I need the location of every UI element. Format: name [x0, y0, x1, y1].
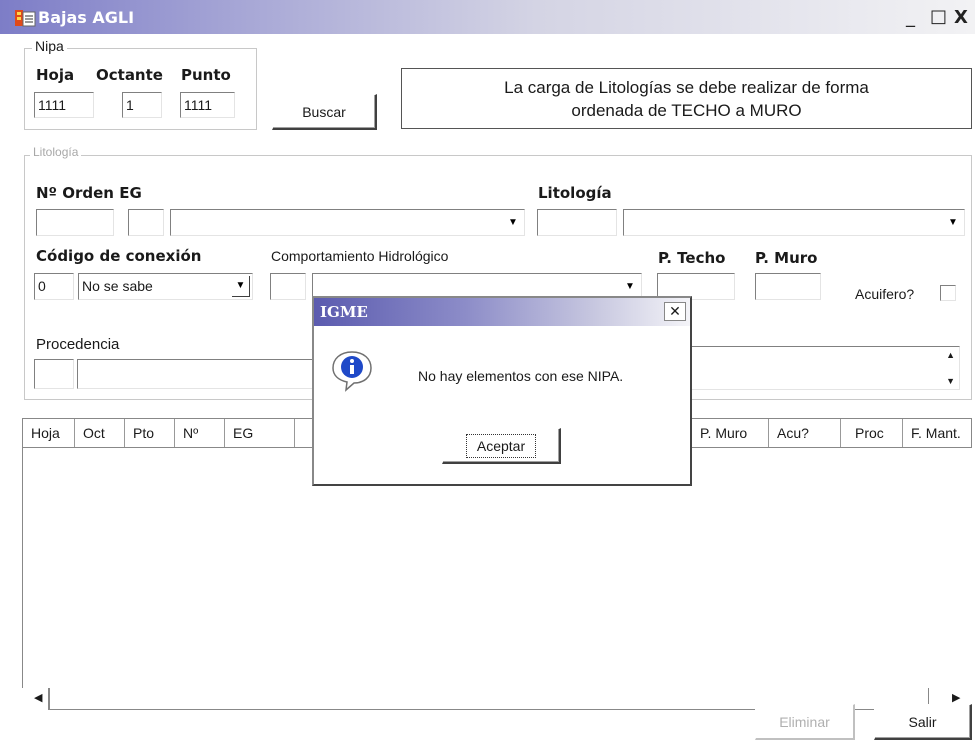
- hoja-input[interactable]: 1111: [34, 92, 94, 118]
- column-header-acu[interactable]: Acu?: [769, 419, 841, 447]
- acuifero-checkbox[interactable]: [940, 285, 956, 301]
- pmuro-label: P. Muro: [755, 249, 818, 267]
- scroll-thumb-edge: [48, 688, 50, 710]
- comportamiento-code-input[interactable]: [270, 273, 306, 300]
- ptecho-label: P. Techo: [658, 249, 726, 267]
- info-icon: [330, 348, 374, 392]
- window-title: Bajas AGLI: [38, 8, 135, 27]
- litologia-code-input[interactable]: [537, 209, 617, 236]
- octante-input[interactable]: 1: [122, 92, 162, 118]
- column-header-pmuro[interactable]: P. Muro: [691, 419, 769, 447]
- octante-label: Octante: [96, 66, 163, 84]
- column-header-pto[interactable]: Pto: [125, 419, 175, 447]
- minimize-button[interactable]: _: [906, 7, 915, 28]
- procedencia-input[interactable]: [77, 359, 322, 389]
- salir-button[interactable]: Salir: [874, 704, 972, 740]
- spin-up-icon[interactable]: ▲: [946, 350, 955, 360]
- chevron-down-icon[interactable]: ▼: [504, 212, 522, 233]
- close-button[interactable]: X: [954, 7, 968, 28]
- column-header-proc[interactable]: Proc: [841, 419, 903, 447]
- chevron-down-icon[interactable]: ▼: [621, 276, 639, 297]
- column-header-oct[interactable]: Oct: [75, 419, 125, 447]
- litologia-legend: Litología: [30, 145, 82, 159]
- buscar-button[interactable]: Buscar: [272, 94, 377, 130]
- aceptar-button[interactable]: Aceptar: [442, 428, 561, 464]
- notice-line-1: La carga de Litologías se debe realizar …: [504, 78, 869, 97]
- dialog-close-button[interactable]: ✕: [664, 302, 686, 321]
- comportamiento-label: Comportamiento Hidrológico: [271, 248, 449, 264]
- maximize-button[interactable]: □: [930, 6, 947, 27]
- column-header-hoja[interactable]: Hoja: [23, 419, 75, 447]
- window-titlebar[interactable]: [0, 0, 975, 34]
- dialog-titlebar[interactable]: [314, 298, 690, 326]
- eg-code-input[interactable]: [128, 209, 164, 236]
- procedencia-code-input[interactable]: [34, 359, 74, 389]
- column-header-fmant[interactable]: F. Mant.: [903, 419, 971, 447]
- acuifero-label: Acuifero?: [855, 286, 915, 302]
- litologia-select[interactable]: ▼: [623, 209, 965, 236]
- notice-line-2: ordenada de TECHO a MURO: [571, 101, 802, 120]
- punto-input[interactable]: 1111: [180, 92, 235, 118]
- chevron-down-icon[interactable]: ▼: [232, 276, 250, 297]
- dialog-title: IGME: [320, 303, 368, 321]
- scroll-left-icon[interactable]: ◀: [34, 691, 42, 704]
- spin-down-icon[interactable]: ▼: [946, 376, 955, 386]
- pmuro-input[interactable]: [755, 273, 821, 300]
- eliminar-button[interactable]: Eliminar: [755, 704, 855, 740]
- column-header-no[interactable]: Nº: [175, 419, 225, 447]
- codigo-input[interactable]: 0: [34, 273, 74, 300]
- chevron-down-icon[interactable]: ▼: [944, 212, 962, 233]
- observaciones-textarea[interactable]: ▲ ▼: [690, 346, 960, 390]
- punto-label: Punto: [181, 66, 231, 84]
- eg-select[interactable]: ▼: [170, 209, 525, 236]
- procedencia-label: Procedencia: [36, 336, 120, 353]
- scroll-right-icon[interactable]: ▶: [952, 691, 960, 704]
- app-icon: [14, 8, 36, 28]
- litologia-label: Litología: [538, 184, 612, 202]
- aceptar-button-label: Aceptar: [465, 433, 537, 458]
- orden-input[interactable]: [36, 209, 114, 236]
- igme-dialog: IGME ✕ No hay elementos con ese NIPA. Ac…: [312, 296, 692, 486]
- codigo-label: Código de conexión: [36, 247, 202, 265]
- column-header-eg[interactable]: EG: [225, 419, 295, 447]
- dialog-message: No hay elementos con ese NIPA.: [418, 368, 624, 384]
- codigo-select[interactable]: No se sabe ▼: [78, 273, 253, 300]
- notice-box: La carga de Litologías se debe realizar …: [401, 68, 972, 129]
- hoja-label: Hoja: [36, 66, 75, 84]
- orden-label: Nº Orden EG: [36, 184, 142, 202]
- codigo-select-value: No se sabe: [82, 278, 153, 294]
- nipa-legend: Nipa: [32, 38, 67, 54]
